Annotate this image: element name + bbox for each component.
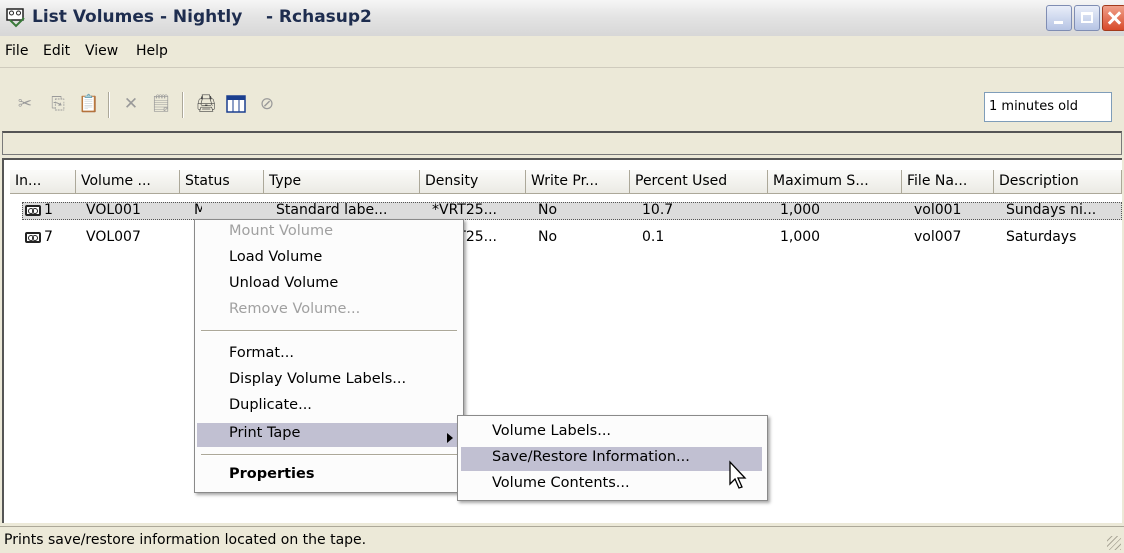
cell-description: Saturdays [1006, 229, 1077, 245]
tape-volume-icon [25, 232, 41, 243]
menu-item-display-volume-labels[interactable]: Display Volume Labels... [229, 371, 406, 387]
cell-status: Mou... [194, 202, 202, 218]
filter-bar [2, 131, 1122, 155]
column-header-write-protect[interactable]: Write Pr... [526, 170, 630, 194]
paste-icon[interactable]: 📋 [78, 93, 100, 115]
cell-write-protect: No [538, 202, 558, 218]
toolbar-separator [108, 92, 110, 118]
context-menu: Mount Volume Load Volume Unload Volume R… [194, 219, 464, 493]
menu-edit[interactable]: Edit [43, 43, 70, 59]
column-header-status[interactable]: Status [180, 170, 264, 194]
menu-file[interactable]: File [5, 43, 28, 59]
close-button[interactable] [1102, 5, 1124, 31]
cell-volume[interactable]: VOL007 [86, 229, 141, 245]
columns-icon[interactable] [225, 93, 247, 115]
column-header-type[interactable]: Type [264, 170, 420, 194]
menu-item-properties[interactable]: Properties [229, 466, 314, 482]
maximize-button[interactable] [1074, 5, 1100, 31]
refresh-age-field: 1 minutes old [984, 92, 1112, 122]
toolbar-separator [182, 92, 184, 118]
cell-index: 1 [44, 202, 53, 218]
columns-glyph [226, 95, 246, 113]
status-bar: Prints save/restore information located … [0, 526, 1124, 553]
menu-view[interactable]: View [85, 43, 118, 59]
cell-maximum-size: 1,000 [780, 229, 821, 245]
submenu-arrow-icon [447, 433, 453, 443]
column-header-index[interactable]: In... [10, 170, 76, 194]
window-title: List Volumes - Nightly - Rchasup2 [32, 7, 372, 27]
delete-icon[interactable]: ✕ [120, 93, 142, 115]
mouse-cursor-icon [729, 460, 747, 489]
column-header-density[interactable]: Density [420, 170, 526, 194]
stop-icon[interactable]: ⊘ [256, 93, 278, 115]
status-text: Prints save/restore information located … [4, 532, 367, 548]
column-header-file-name[interactable]: File Na... [902, 170, 994, 194]
column-header-maximum-size[interactable]: Maximum S... [768, 170, 902, 194]
menu-item-print-tape[interactable]: Print Tape [229, 425, 300, 441]
menu-separator [201, 330, 457, 332]
menu-item-load-volume[interactable]: Load Volume [229, 249, 322, 265]
column-header-percent-used[interactable]: Percent Used [630, 170, 768, 194]
submenu-item-save-restore-information[interactable]: Save/Restore Information... [492, 449, 690, 465]
menu-item-format[interactable]: Format... [229, 345, 294, 361]
menu-item-mount-volume: Mount Volume [229, 223, 333, 239]
menu-item-remove-volume: Remove Volume... [229, 301, 361, 317]
cell-percent-used: 0.1 [642, 229, 665, 245]
cell-description: Sundays ni... [1006, 202, 1097, 218]
tape-volume-app-icon [6, 8, 25, 28]
properties-icon[interactable]: 🗒 [150, 93, 172, 115]
submenu-item-volume-contents[interactable]: Volume Contents... [492, 475, 630, 491]
cell-percent-used: 10.7 [642, 202, 674, 218]
menu-item-unload-volume[interactable]: Unload Volume [229, 275, 338, 291]
minimize-button[interactable] [1046, 5, 1072, 31]
menu-bar: File Edit View Help [0, 37, 1124, 68]
cell-density: *VRT25... [432, 202, 498, 218]
copy-icon[interactable]: ⎘ [47, 93, 69, 115]
cell-write-protect: No [538, 229, 558, 245]
resize-grip[interactable] [1107, 536, 1121, 550]
print-tape-submenu: Volume Labels... Save/Restore Informatio… [457, 415, 768, 501]
menu-separator [201, 454, 457, 456]
column-header-description[interactable]: Description [994, 170, 1122, 194]
cut-icon[interactable]: ✂ [14, 93, 36, 115]
cell-maximum-size: 1,000 [780, 202, 821, 218]
cell-file-name: vol001 [914, 202, 962, 218]
submenu-item-volume-labels[interactable]: Volume Labels... [492, 423, 611, 439]
menu-help[interactable]: Help [136, 43, 168, 59]
cell-file-name: vol007 [914, 229, 962, 245]
menu-item-duplicate[interactable]: Duplicate... [229, 397, 312, 413]
tape-volume-icon [25, 205, 41, 216]
cell-index[interactable]: 7 [44, 229, 53, 245]
column-header-volume[interactable]: Volume ... [76, 170, 180, 194]
list-volumes-window: List Volumes - Nightly - Rchasup2 File E… [0, 0, 1124, 553]
cell-type: Standard labe... [276, 202, 388, 218]
title-bar[interactable]: List Volumes - Nightly - Rchasup2 [0, 0, 1124, 36]
cell-volume: VOL001 [86, 202, 141, 218]
print-icon[interactable]: 🖨 [195, 93, 217, 115]
